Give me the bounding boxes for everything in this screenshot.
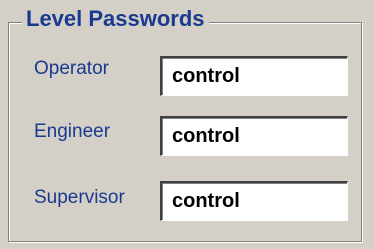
supervisor-label: Supervisor xyxy=(34,187,125,208)
supervisor-password-field[interactable] xyxy=(160,181,348,221)
group-title: Level Passwords xyxy=(22,6,209,32)
operator-label: Operator xyxy=(34,58,109,79)
engineer-password-field[interactable] xyxy=(160,116,348,156)
engineer-label: Engineer xyxy=(34,121,111,142)
operator-password-field[interactable] xyxy=(160,56,348,96)
